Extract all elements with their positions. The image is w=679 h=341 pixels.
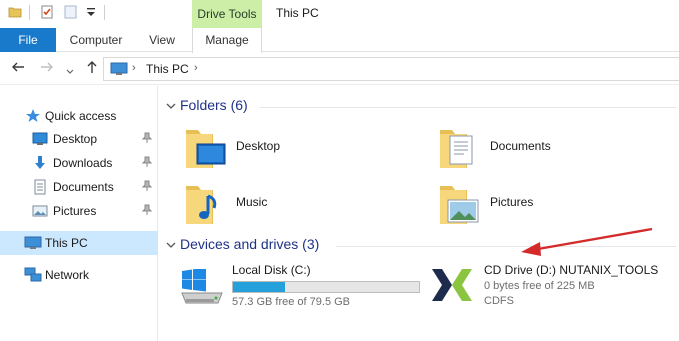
pin-icon[interactable] <box>141 180 153 192</box>
tab-manage[interactable]: Manage <box>192 28 262 53</box>
folder-label: Pictures <box>490 195 534 209</box>
computer-icon <box>110 62 128 79</box>
desktop-folder-icon <box>182 124 230 172</box>
window-title: This PC <box>276 6 319 20</box>
folder-icon[interactable] <box>8 5 22 19</box>
music-folder-icon <box>182 180 230 228</box>
drive-filesystem: CDFS <box>484 295 514 307</box>
star-icon <box>25 108 41 124</box>
new-folder-icon[interactable] <box>64 5 78 19</box>
sidebar-item-documents[interactable]: Documents <box>0 176 158 198</box>
arrow-right-icon[interactable] <box>40 60 54 77</box>
breadcrumb-chevron-icon[interactable]: › <box>132 62 136 74</box>
documents-folder-icon <box>436 124 484 172</box>
title-bar: Drive Tools This PC <box>0 0 679 28</box>
sidebar-item-downloads[interactable]: Downloads <box>0 152 158 174</box>
folder-documents[interactable]: Documents <box>436 124 636 172</box>
navigation-bar: › This PC › <box>0 53 679 85</box>
address-box[interactable]: › This PC › <box>103 57 679 81</box>
navigation-pane: Quick access Desktop Downloads Documents <box>0 86 158 341</box>
sidebar-item-label: Documents <box>53 180 114 194</box>
qat-separator <box>29 5 30 20</box>
download-icon <box>32 155 48 171</box>
ribbon-tab-bar: File Computer View Manage <box>0 28 679 53</box>
breadcrumb-chevron-icon[interactable]: › <box>194 62 198 74</box>
sidebar-item-pictures[interactable]: Pictures <box>0 200 158 222</box>
tab-file[interactable]: File <box>0 28 56 52</box>
drive-usage-fill <box>233 282 285 292</box>
sidebar-item-label: Desktop <box>53 132 98 146</box>
arrow-up-icon[interactable] <box>85 60 99 77</box>
tab-view[interactable]: View <box>143 28 181 52</box>
sidebar-item-label: Downloads <box>53 156 113 170</box>
drive-name: CD Drive (D:) NUTANIX_TOOLS <box>484 263 659 277</box>
chevron-down-icon[interactable] <box>66 63 74 79</box>
document-icon <box>32 179 48 195</box>
folder-music[interactable]: Music <box>182 180 382 228</box>
chevron-down-icon[interactable] <box>166 100 176 110</box>
pictures-icon <box>32 203 48 219</box>
pin-icon[interactable] <box>141 204 153 216</box>
sidebar-item-label: This PC <box>45 236 88 250</box>
arrow-left-icon[interactable] <box>11 60 25 77</box>
nutanix-logo-icon <box>430 265 478 313</box>
folder-desktop[interactable]: Desktop <box>182 124 382 172</box>
customize-qat-icon[interactable] <box>84 5 98 19</box>
group-header-folders[interactable]: Folders (6) <box>166 96 266 116</box>
folder-label: Documents <box>490 139 551 153</box>
network-icon <box>24 267 42 283</box>
drive-free-space: 57.3 GB free of 79.5 GB <box>232 296 351 308</box>
drive-usage-bar <box>232 281 420 293</box>
sidebar-item-label: Quick access <box>45 109 117 123</box>
windows-drive-icon <box>178 267 226 317</box>
drive-local-disk-c[interactable]: Local Disk (C:) 57.3 GB free of 79.5 GB <box>178 263 428 311</box>
folder-label: Desktop <box>236 139 281 153</box>
folder-label: Music <box>236 195 268 209</box>
group-title: Devices and drives (3) <box>180 236 320 252</box>
chevron-down-icon[interactable] <box>166 239 176 249</box>
pin-icon[interactable] <box>141 132 153 144</box>
group-divider <box>260 107 676 108</box>
group-header-devices[interactable]: Devices and drives (3) <box>166 235 346 255</box>
folder-pictures[interactable]: Pictures <box>436 180 636 228</box>
qat-separator <box>104 5 105 20</box>
pin-icon[interactable] <box>141 156 153 168</box>
sidebar-item-this-pc[interactable]: This PC <box>0 231 158 255</box>
sidebar-item-label: Pictures <box>53 204 97 218</box>
group-divider <box>336 246 676 247</box>
tab-computer[interactable]: Computer <box>66 28 126 52</box>
sidebar-item-quick-access[interactable]: Quick access <box>0 105 158 127</box>
sidebar-item-label: Network <box>45 268 90 282</box>
sidebar-item-network[interactable]: Network <box>0 264 158 286</box>
properties-icon[interactable] <box>40 5 54 19</box>
sidebar-item-desktop[interactable]: Desktop <box>0 128 158 150</box>
computer-icon <box>24 235 42 251</box>
drive-name: Local Disk (C:) <box>232 263 311 277</box>
breadcrumb-this-pc[interactable]: This PC <box>146 62 189 76</box>
drive-cd-d[interactable]: CD Drive (D:) NUTANIX_TOOLS 0 bytes free… <box>430 263 678 311</box>
desktop-icon <box>32 131 48 147</box>
group-title: Folders (6) <box>180 97 248 113</box>
drive-free-space: 0 bytes free of 225 MB <box>484 280 595 292</box>
pictures-folder-icon <box>436 180 484 228</box>
drive-tools-context-label: Drive Tools <box>192 0 262 28</box>
content-pane: Folders (6) Desktop Documents Music Pict… <box>160 86 679 341</box>
